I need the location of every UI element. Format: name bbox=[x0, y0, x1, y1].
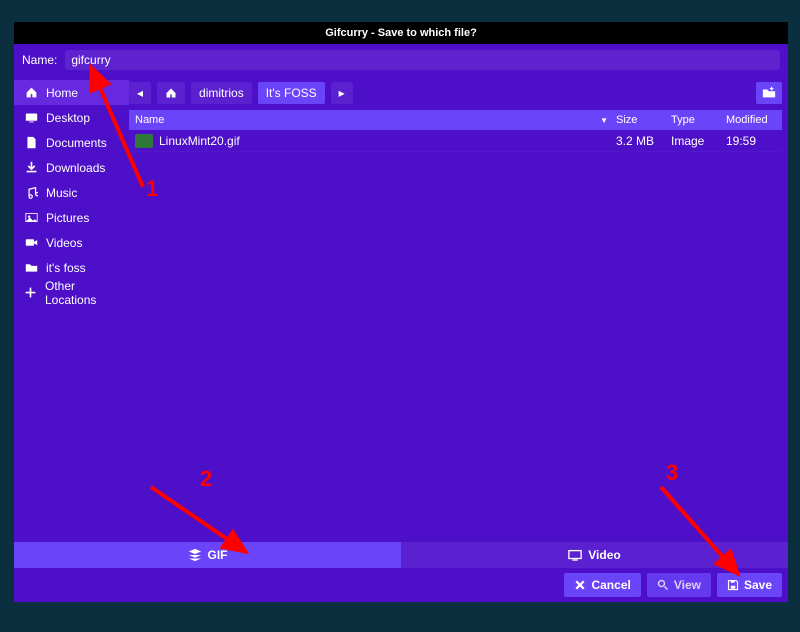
window-title: Gifcurry - Save to which file? bbox=[325, 27, 477, 39]
nav-back-button[interactable]: ◂ bbox=[129, 82, 151, 104]
file-list[interactable]: LinuxMint20.gif 3.2 MB Image 19:59 bbox=[129, 130, 782, 538]
sidebar-item-label: Music bbox=[46, 186, 77, 200]
plus-icon bbox=[24, 286, 37, 299]
save-icon bbox=[727, 579, 739, 591]
format-button-gif[interactable]: GIF bbox=[14, 542, 401, 568]
create-folder-button[interactable] bbox=[756, 82, 782, 104]
image-file-icon bbox=[135, 134, 153, 148]
sidebar-item-downloads[interactable]: Downloads bbox=[14, 155, 129, 180]
file-list-header: Name ▼ Size Type Modified bbox=[129, 110, 782, 130]
path-home-button[interactable] bbox=[157, 82, 185, 104]
column-header-size[interactable]: Size bbox=[612, 114, 667, 126]
format-row: GIF Video bbox=[14, 542, 788, 568]
sidebar-item-desktop[interactable]: Desktop bbox=[14, 105, 129, 130]
sidebar-item-videos[interactable]: Videos bbox=[14, 230, 129, 255]
sidebar-item-documents[interactable]: Documents bbox=[14, 130, 129, 155]
sidebar-item-label: Home bbox=[46, 86, 78, 100]
desktop-icon bbox=[24, 111, 38, 124]
chevron-left-icon: ◂ bbox=[137, 86, 143, 100]
sidebar-item-label: it's foss bbox=[46, 261, 86, 275]
sidebar-item-pictures[interactable]: Pictures bbox=[14, 205, 129, 230]
folder-icon bbox=[24, 261, 38, 274]
chevron-right-icon: ▸ bbox=[339, 86, 345, 100]
sidebar-item-label: Videos bbox=[46, 236, 82, 250]
new-folder-icon bbox=[762, 86, 776, 100]
column-header-type[interactable]: Type bbox=[667, 114, 722, 126]
file-row[interactable]: LinuxMint20.gif 3.2 MB Image 19:59 bbox=[129, 130, 782, 152]
sidebar-item-home[interactable]: Home bbox=[14, 80, 129, 105]
file-name: LinuxMint20.gif bbox=[159, 134, 240, 148]
path-segment-current[interactable]: It's FOSS bbox=[258, 82, 325, 104]
home-icon bbox=[165, 87, 177, 99]
column-header-modified[interactable]: Modified bbox=[722, 114, 782, 126]
format-label: GIF bbox=[208, 548, 228, 562]
save-button[interactable]: Save bbox=[717, 573, 782, 597]
sidebar-item-label: Desktop bbox=[46, 111, 90, 125]
sidebar-item-label: Downloads bbox=[46, 161, 105, 175]
sidebar-item-label: Other Locations bbox=[45, 279, 119, 307]
close-icon bbox=[574, 579, 586, 591]
path-bar: ◂ dimitrios It's FOSS ▸ bbox=[129, 80, 782, 106]
format-button-video[interactable]: Video bbox=[401, 542, 788, 568]
window-titlebar: Gifcurry - Save to which file? bbox=[14, 22, 788, 44]
filename-row: Name: bbox=[14, 44, 788, 76]
music-icon bbox=[24, 186, 38, 199]
sidebar-item-label: Documents bbox=[46, 136, 107, 150]
nav-forward-button[interactable]: ▸ bbox=[331, 82, 353, 104]
sidebar-item-itsfoss[interactable]: it's foss bbox=[14, 255, 129, 280]
sidebar-item-other-locations[interactable]: Other Locations bbox=[14, 280, 129, 305]
action-row: Cancel View Save bbox=[14, 568, 788, 602]
layers-icon bbox=[188, 548, 202, 562]
documents-icon bbox=[24, 136, 38, 149]
monitor-icon bbox=[568, 548, 582, 562]
file-type: Image bbox=[667, 134, 722, 148]
file-size: 3.2 MB bbox=[612, 134, 667, 148]
sidebar-item-music[interactable]: Music bbox=[14, 180, 129, 205]
cancel-button[interactable]: Cancel bbox=[564, 573, 640, 597]
view-button[interactable]: View bbox=[647, 573, 711, 597]
format-label: Video bbox=[588, 548, 620, 562]
magnifier-icon bbox=[657, 579, 669, 591]
file-pane: ◂ dimitrios It's FOSS ▸ Name ▼ bbox=[129, 76, 788, 542]
sort-indicator-icon: ▼ bbox=[600, 116, 612, 125]
filename-label: Name: bbox=[22, 53, 57, 67]
path-segment[interactable]: dimitrios bbox=[191, 82, 252, 104]
sidebar-item-label: Pictures bbox=[46, 211, 89, 225]
pictures-icon bbox=[24, 211, 38, 224]
filename-input[interactable] bbox=[65, 50, 780, 70]
file-modified: 19:59 bbox=[722, 134, 782, 148]
downloads-icon bbox=[24, 161, 38, 174]
main-area: Home Desktop Documents Downloads bbox=[14, 76, 788, 542]
videos-icon bbox=[24, 236, 38, 249]
column-header-name[interactable]: Name ▼ bbox=[129, 114, 612, 126]
home-icon bbox=[24, 86, 38, 99]
save-dialog: Gifcurry - Save to which file? Name: Hom… bbox=[14, 22, 788, 602]
places-sidebar: Home Desktop Documents Downloads bbox=[14, 76, 129, 542]
